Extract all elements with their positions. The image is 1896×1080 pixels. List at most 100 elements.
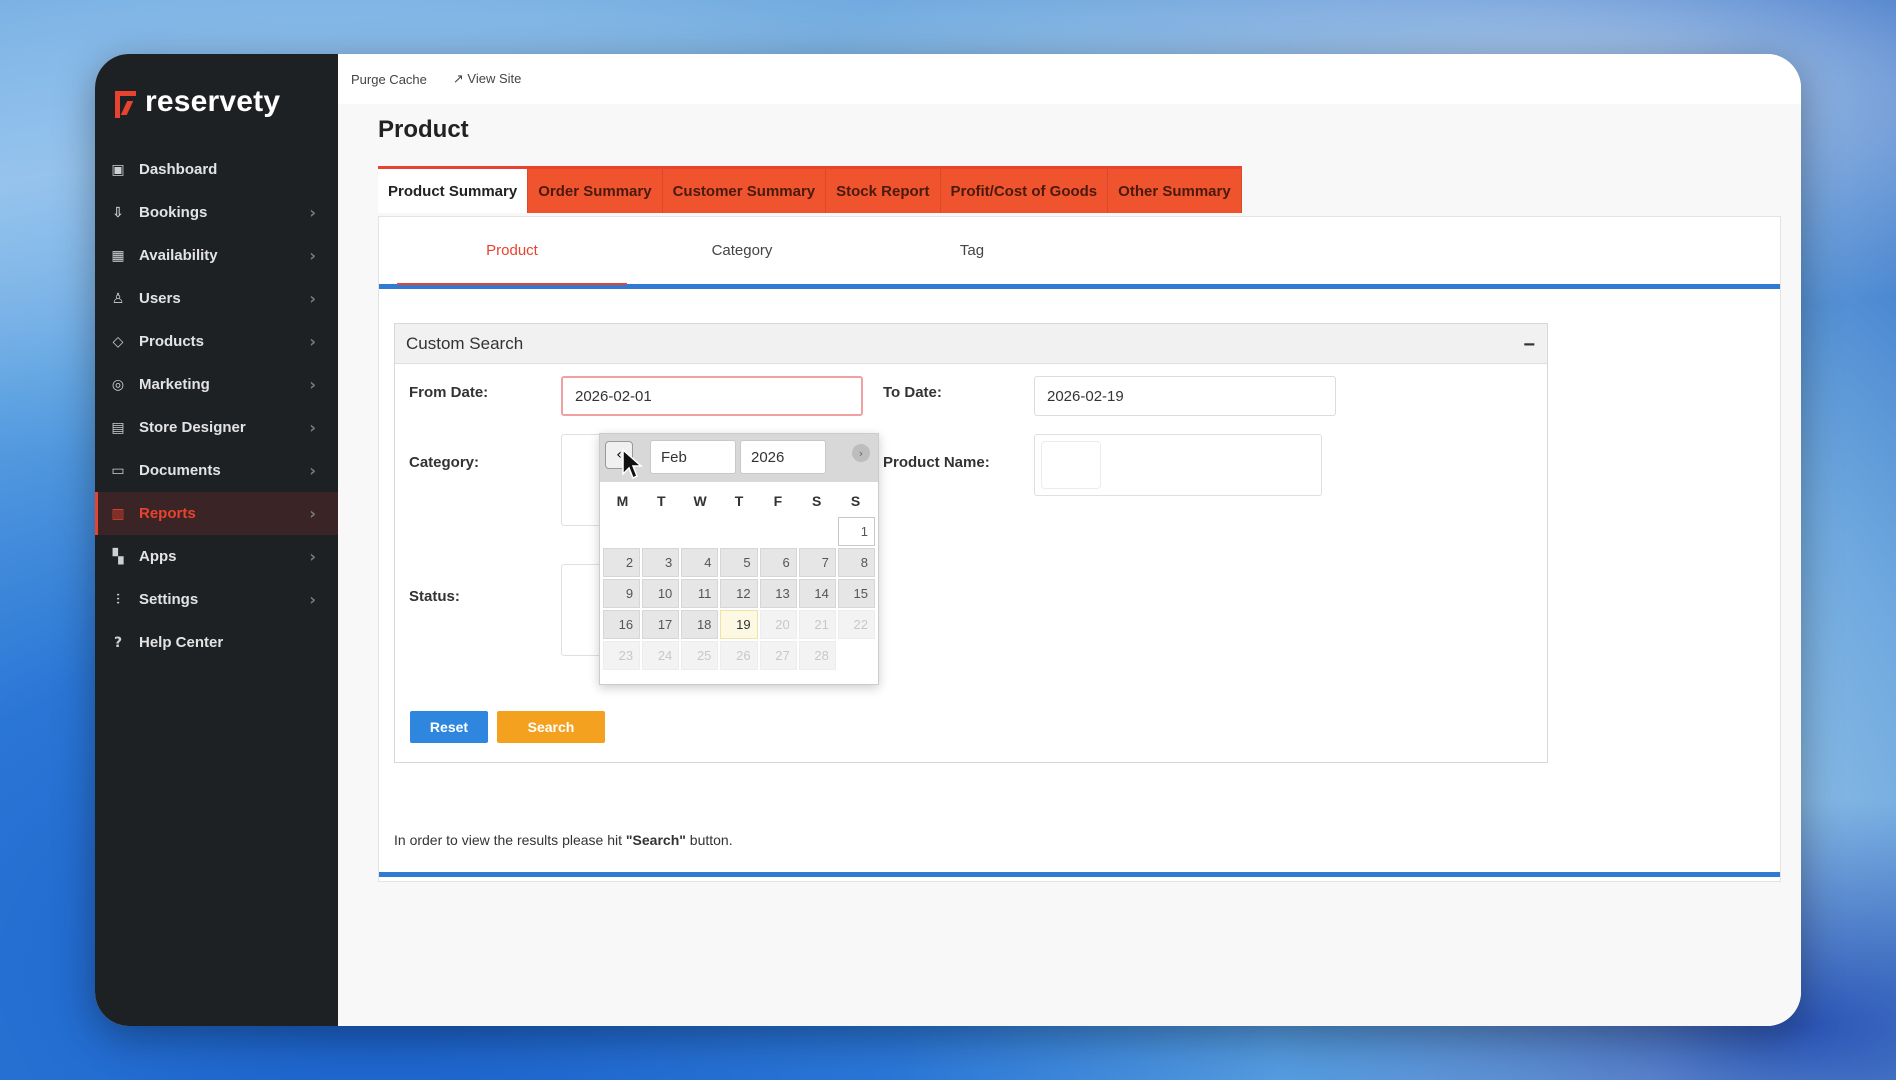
tab-stock-report[interactable]: Stock Report [826,169,941,213]
calendar-day[interactable]: 6 [759,548,797,577]
sidebar-item-users[interactable]: ♙ Users › [95,277,338,320]
subtab-product[interactable]: Product [397,217,627,285]
purge-cache-link[interactable]: Purge Cache [351,72,427,87]
calendar-day: 25 [681,641,719,670]
calendar-day: 22 [837,610,875,639]
to-date-value: 2026-02-19 [1047,387,1124,405]
tab-other-summary[interactable]: Other Summary [1108,169,1242,213]
calendar-week-row: 2345678 [603,548,875,577]
weekday-label: T [656,493,666,509]
next-month-button[interactable]: › [852,444,870,462]
custom-search-box: Custom Search − From Date: 2026-02-01 To… [394,323,1548,763]
calendar-grid: MTWTFSS 1 2 3 4 5 6 7 8 9 10 11 12 13 14 15 16 17 18 19 20 2… [600,482,878,670]
page-title: Product [378,116,469,143]
chevron-right-icon: › [309,461,316,480]
calendar-day[interactable]: 4 [681,548,719,577]
calendar-day[interactable]: 10 [642,579,680,608]
month-select[interactable]: Feb [650,440,736,474]
calendar-day[interactable]: 19 [720,610,758,639]
report-panel: Product Category Tag Custom Search − From … [378,216,1781,882]
product-name-label: Product Name: [883,454,990,471]
tab-customer-summary[interactable]: Customer Summary [662,169,827,213]
tab-order-summary[interactable]: Order Summary [528,169,663,213]
calendar-day: 23 [603,641,641,670]
settings-icon: ⫶ [116,591,120,608]
subtab-tag[interactable]: Tag [857,217,1087,284]
calendar-day[interactable]: 3 [642,548,680,577]
calendar-day[interactable]: 13 [759,579,797,608]
calendar-day[interactable]: 18 [681,610,719,639]
calendar-empty-cell [642,517,679,546]
category-label: Category: [409,454,480,471]
hint-text-after: button. [685,832,733,848]
sidebar-item-label: Store Designer [139,419,246,436]
to-date-input[interactable]: 2026-02-19 [1034,376,1336,416]
calendar-day[interactable]: 11 [681,579,719,608]
calendar-week-row: 16 17 18 19 20 21 22 [603,610,875,639]
tab-product-summary[interactable]: Product Summary [378,169,529,213]
calendar-day[interactable]: 1 [837,517,875,546]
store-icon: ▤ [111,419,125,436]
sidebar-item-bookings[interactable]: ⇩ Bookings › [95,191,338,234]
help-icon: ? [113,634,123,651]
sidebar-item-availability[interactable]: ▦ Availability › [95,234,338,277]
calendar-day: 24 [642,641,680,670]
sidebar-item-marketing[interactable]: ◎ Marketing › [95,363,338,406]
calendar-day[interactable]: 2 [603,548,641,577]
subtab-category[interactable]: Category [627,217,857,284]
calendar-day[interactable]: 9 [603,579,641,608]
user-icon: ♙ [111,290,125,307]
weekday-label: W [693,493,707,509]
reset-button-label: Reset [429,719,469,735]
sidebar-item-label: Help Center [139,634,224,651]
year-select[interactable]: 2026 [740,440,826,474]
calendar-day[interactable]: 8 [837,548,875,577]
calendar-day[interactable]: 5 [720,548,758,577]
calendar-day[interactable]: 16 [603,610,641,639]
chevron-right-icon: › [309,289,316,308]
sidebar-item-label: Marketing [139,376,210,393]
year-select-value: 2026 [751,448,785,466]
chevron-right-icon: › [309,203,316,222]
sidebar-item-products[interactable]: ◇ Products › [95,320,338,363]
tab-profit-cost-of-goods[interactable]: Profit/Cost of Goods [940,169,1109,213]
product-name-search-field[interactable] [1041,441,1101,489]
search-button[interactable]: Search [497,711,605,743]
bookings-icon: ⇩ [112,204,124,221]
sidebar-item-settings[interactable]: ⫶ Settings › [95,578,338,621]
sidebar-item-help-center[interactable]: ? Help Center [95,621,338,664]
calendar-empty-cell [720,517,757,546]
calendar-day[interactable]: 14 [798,579,836,608]
calendar-day[interactable]: 7 [798,548,836,577]
weekday-label: S [812,493,822,509]
sidebar-item-dashboard[interactable]: ▣ Dashboard [95,148,338,191]
calendar-day[interactable]: 15 [837,579,875,608]
sidebar-item-store-designer[interactable]: ▤ Store Designer › [95,406,338,449]
calendar-day[interactable]: 17 [642,610,680,639]
sidebar-item-apps[interactable]: ▚ Apps › [95,535,338,578]
product-name-select[interactable] [1034,434,1322,496]
month-select-value: Feb [661,448,687,466]
calendar-day: 27 [759,641,797,670]
sidebar-item-label: Apps [139,548,177,565]
calendar-empty-cell [760,517,797,546]
custom-search-header[interactable]: Custom Search [395,324,1547,364]
weekday-label: F [773,493,783,509]
status-label: Status: [409,588,460,605]
calendar-day[interactable]: 12 [720,579,758,608]
calendar-empty-cell [603,517,640,546]
marketing-icon: ◎ [111,376,125,393]
reset-button[interactable]: Reset [410,711,488,743]
calendar-week-row: 1 [603,517,875,546]
from-date-label: From Date: [409,384,489,401]
sidebar-item-reports[interactable]: ▥ Reports › [95,492,338,535]
sub-tabs: Product Category Tag [379,217,1780,289]
collapse-button[interactable]: − [1523,334,1535,357]
apps-icon: ▚ [112,548,124,565]
view-site-link[interactable]: ↗ View Site [453,71,521,87]
calendar-weeks: 1 2 3 4 5 6 7 8 9 10 11 12 13 14 15 16 17 18 19 20 21 22 23 24 2… [603,517,875,670]
brand-logo[interactable]: reservety [95,80,338,124]
from-date-input[interactable]: 2026-02-01 [561,376,863,416]
sidebar-item-documents[interactable]: ▭ Documents › [95,449,338,492]
mouse-cursor-icon [622,448,643,480]
